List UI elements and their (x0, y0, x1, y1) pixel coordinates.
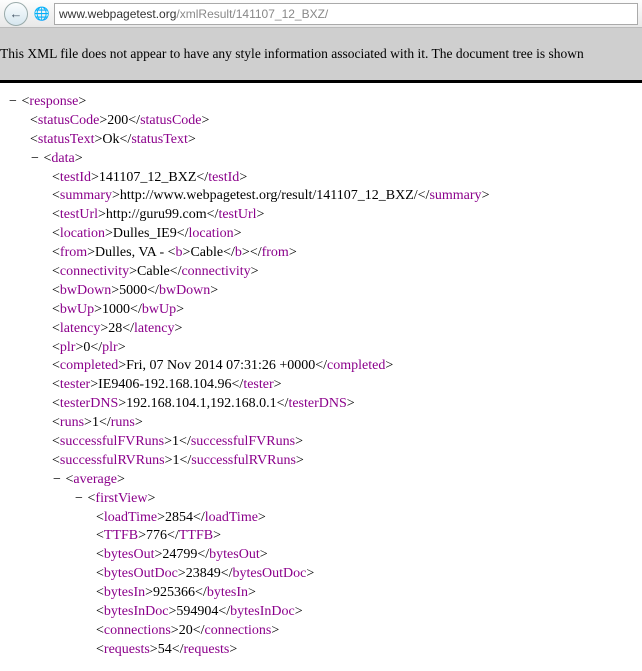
url-bar[interactable]: www.webpagetest.org/xmlResult/141107_12_… (54, 3, 638, 25)
url-path: /xmlResult/141107_12_BXZ/ (176, 7, 328, 21)
xml-node-connections: <connections>20</connections> (8, 622, 634, 641)
xml-node-testId: <testId>141107_12_BXZ</testId> (8, 169, 634, 188)
xml-node-runs: <runs>1</runs> (8, 414, 634, 433)
xml-node-latency: <latency>28</latency> (8, 320, 634, 339)
xml-node-bytesInDoc: <bytesInDoc>594904</bytesInDoc> (8, 603, 634, 622)
xml-node-successfulRVRuns: <successfulRVRuns>1</successfulRVRuns> (8, 452, 634, 471)
url-host: www.webpagetest.org (59, 7, 176, 21)
xml-node-loadTime: <loadTime>2854</loadTime> (8, 509, 634, 528)
globe-icon: 🌐 (34, 6, 50, 22)
xml-node-statusText: <statusText>Ok</statusText> (8, 131, 634, 150)
xml-node-firstView-open[interactable]: − <firstView> (8, 490, 634, 509)
xml-node-bytesOut: <bytesOut>24799</bytesOut> (8, 546, 634, 565)
xml-node-tester: <tester>IE9406-192.168.104.96</tester> (8, 376, 634, 395)
back-arrow-icon: ← (10, 6, 23, 21)
browser-navbar: ← 🌐 www.webpagetest.org/xmlResult/141107… (0, 0, 642, 28)
xml-node-bytesIn: <bytesIn>925366</bytesIn> (8, 584, 634, 603)
xml-node-connectivity: <connectivity>Cable</connectivity> (8, 263, 634, 282)
xml-node-TTFB: <TTFB>776</TTFB> (8, 527, 634, 546)
xml-node-from: <from>Dulles, VA - <b>Cable</b></from> (8, 244, 634, 263)
xml-node-average-open[interactable]: − <average> (8, 471, 634, 490)
xml-node-response-open[interactable]: − <response> (8, 93, 634, 112)
xml-node-bwUp: <bwUp>1000</bwUp> (8, 301, 634, 320)
xml-node-completed: <completed>Fri, 07 Nov 2014 07:31:26 +00… (8, 357, 634, 376)
xml-node-requests: <requests>54</requests> (8, 641, 634, 660)
xml-node-successfulFVRuns: <successfulFVRuns>1</successfulFVRuns> (8, 433, 634, 452)
xml-node-testerDNS: <testerDNS>192.168.104.1,192.168.0.1</te… (8, 395, 634, 414)
xml-node-testUrl: <testUrl>http://guru99.com</testUrl> (8, 206, 634, 225)
xml-node-summary: <summary>http://www.webpagetest.org/resu… (8, 187, 634, 206)
xml-node-bytesOutDoc: <bytesOutDoc>23849</bytesOutDoc> (8, 565, 634, 584)
xml-node-location: <location>Dulles_IE9</location> (8, 225, 634, 244)
back-button[interactable]: ← (4, 2, 28, 26)
xml-tree: − <response> <statusCode>200</statusCode… (0, 83, 642, 660)
xml-no-style-notice: This XML file does not appear to have an… (0, 28, 642, 83)
xml-node-data-open[interactable]: − <data> (8, 150, 634, 169)
xml-node-statusCode: <statusCode>200</statusCode> (8, 112, 634, 131)
xml-node-bwDown: <bwDown>5000</bwDown> (8, 282, 634, 301)
xml-node-plr: <plr>0</plr> (8, 339, 634, 358)
